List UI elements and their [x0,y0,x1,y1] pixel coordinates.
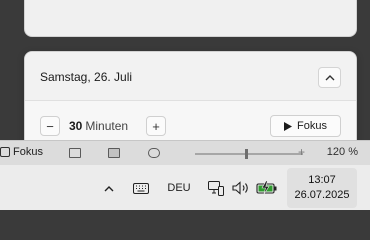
battery-charging-icon [256,181,277,195]
volume-icon [232,181,248,195]
chevron-up-icon [325,75,334,81]
zoom-level[interactable]: 120 % [327,146,358,158]
increase-minutes-button[interactable]: + [146,116,166,136]
clock-date: 26.07.2025 [294,189,350,201]
focus-panel: Samstag, 26. Juli − 30 Minuten + Fokus [24,51,357,148]
input-language-button[interactable]: DEU [164,179,194,197]
decrease-minutes-button[interactable]: − [40,116,60,136]
minutes-unit: Minuten [85,119,129,133]
app-status-bar: Fokus + 120 % [0,140,370,164]
app-focus-button[interactable]: Fokus [0,146,43,158]
screen: Samstag, 26. Juli − 30 Minuten + Fokus F… [0,0,370,210]
focus-mode-icon [0,147,10,157]
app-focus-label: Fokus [13,146,43,158]
zoom-in-icon[interactable]: + [298,145,305,159]
calendar-panel [24,0,357,37]
volume-button[interactable] [231,179,251,197]
battery-button[interactable] [256,179,278,197]
read-mode-icon[interactable] [69,148,81,158]
zoom-slider-thumb[interactable] [245,149,248,159]
touch-keyboard-button[interactable] [131,179,151,197]
print-layout-icon[interactable] [108,148,120,158]
clock-button[interactable]: 13:07 26.07.2025 [287,168,357,208]
chevron-up-icon [104,185,114,191]
date-label: Samstag, 26. Juli [40,70,133,84]
keyboard-icon [133,182,149,194]
date-header: Samstag, 26. Juli [25,52,356,101]
network-button[interactable] [207,179,225,197]
show-hidden-icons-button[interactable] [101,179,117,197]
minutes-display: 30 Minuten [69,119,128,133]
web-layout-icon[interactable] [148,148,160,158]
play-icon [284,121,293,131]
minutes-value: 30 [69,119,83,133]
network-icon [208,181,224,196]
start-focus-button[interactable]: Fokus [270,115,341,137]
collapse-calendar-button[interactable] [318,67,341,88]
clock-time: 13:07 [308,174,336,186]
zoom-slider[interactable] [195,149,303,159]
taskbar: DEU 13:07 26.07.2025 [0,164,370,210]
start-focus-label: Fokus [297,120,327,132]
